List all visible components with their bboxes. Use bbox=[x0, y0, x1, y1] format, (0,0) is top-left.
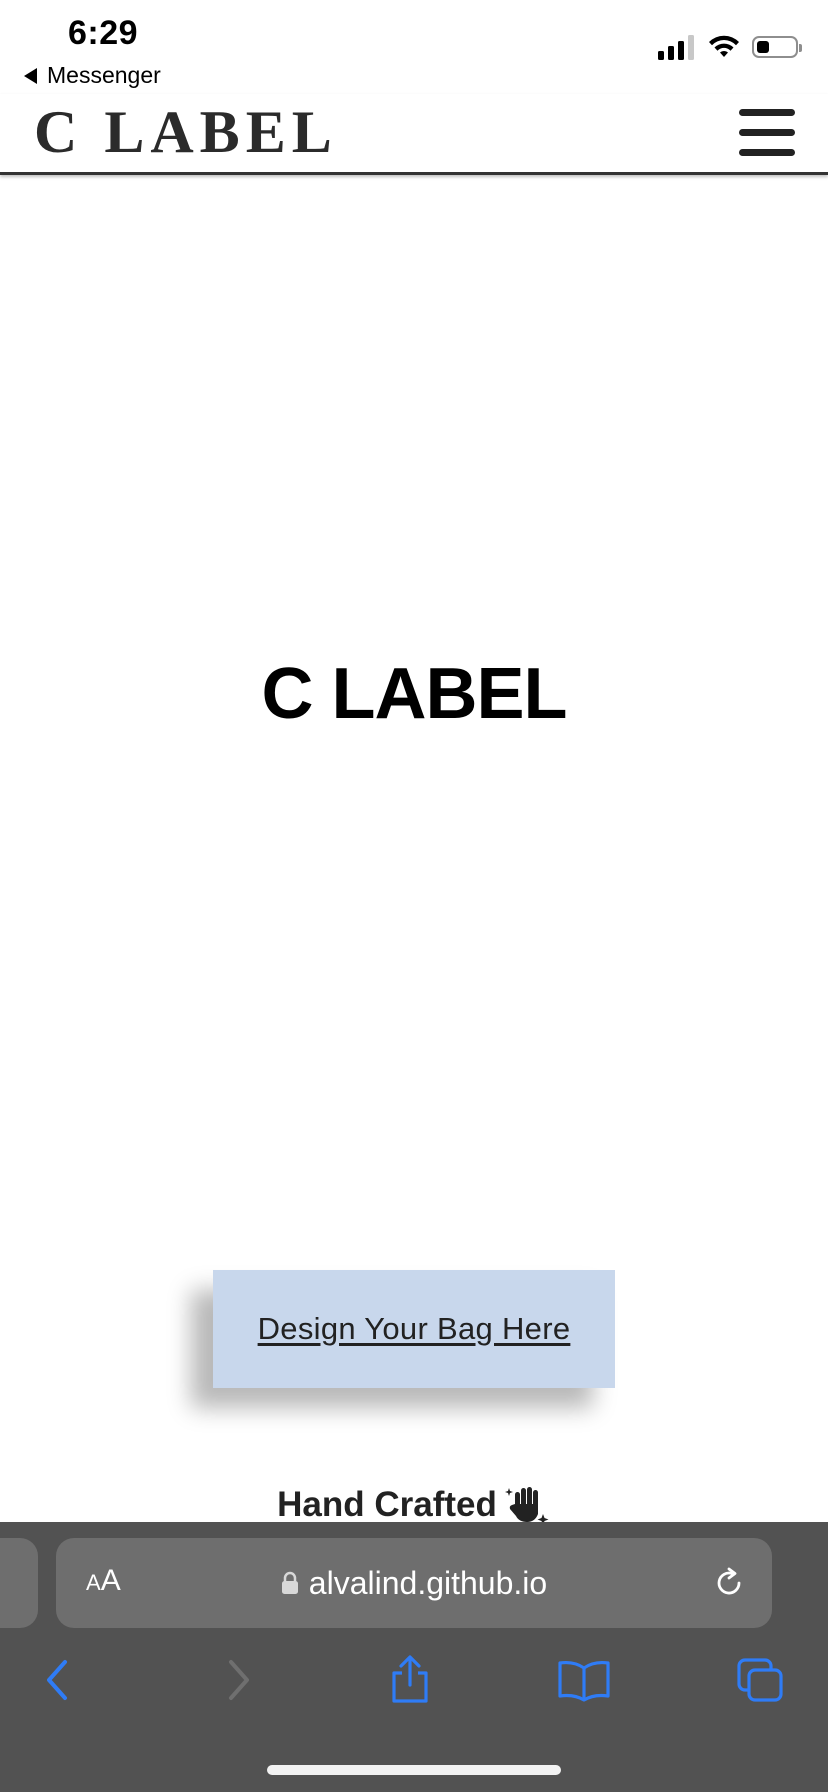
hand-sparkles-icon bbox=[504, 1487, 549, 1525]
share-icon bbox=[392, 1655, 428, 1703]
hand-crafted-heading: Hand Crafted bbox=[0, 1484, 828, 1526]
address-bar[interactable]: AA alvalind.github.io bbox=[56, 1538, 772, 1628]
browser-toolbar: AA alvalind.github.io bbox=[0, 1522, 828, 1792]
wifi-icon bbox=[709, 35, 739, 57]
url-text: alvalind.github.io bbox=[308, 1564, 548, 1601]
hand-crafted-label: Hand Crafted bbox=[277, 1485, 497, 1524]
reload-icon[interactable] bbox=[712, 1566, 746, 1600]
share-button[interactable] bbox=[380, 1650, 440, 1710]
url-display[interactable]: alvalind.github.io bbox=[56, 1538, 772, 1628]
back-app-label: Messenger bbox=[47, 62, 161, 88]
back-triangle-icon bbox=[24, 67, 37, 84]
tabs-icon bbox=[737, 1658, 783, 1702]
home-indicator[interactable] bbox=[267, 1765, 561, 1775]
status-time: 6:29 bbox=[68, 14, 139, 52]
design-your-bag-link[interactable]: Design Your Bag Here bbox=[258, 1311, 571, 1347]
status-icons bbox=[658, 34, 802, 60]
previous-tab-preview[interactable] bbox=[0, 1538, 38, 1628]
tabs-button[interactable] bbox=[730, 1650, 790, 1710]
design-your-bag-button[interactable]: Design Your Bag Here bbox=[213, 1270, 615, 1388]
hero-title: C LABEL bbox=[261, 654, 568, 734]
safari-nav-toolbar bbox=[0, 1650, 828, 1710]
hamburger-icon[interactable] bbox=[739, 109, 795, 157]
back-button[interactable] bbox=[28, 1650, 88, 1710]
chevron-right-icon bbox=[229, 1660, 249, 1700]
bookmarks-button[interactable] bbox=[554, 1650, 614, 1710]
forward-button[interactable] bbox=[208, 1650, 268, 1710]
battery-icon bbox=[752, 36, 802, 58]
back-to-app-link[interactable]: Messenger bbox=[24, 62, 161, 89]
book-icon bbox=[558, 1660, 610, 1702]
site-header: C LABEL bbox=[0, 94, 828, 175]
chevron-left-icon bbox=[47, 1660, 67, 1700]
status-bar: 6:29 Messenger bbox=[0, 0, 828, 94]
site-logo[interactable]: C LABEL bbox=[34, 102, 338, 162]
cellular-signal-icon bbox=[658, 34, 694, 60]
lock-icon bbox=[281, 1571, 299, 1595]
